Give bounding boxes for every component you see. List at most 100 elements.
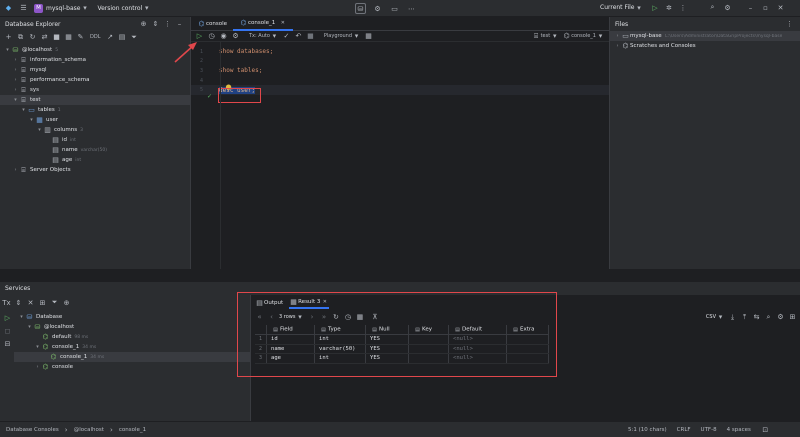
chevron-down-icon[interactable]: ▾ xyxy=(28,117,35,123)
export-selector[interactable]: CSV ▾ xyxy=(706,313,725,322)
code-line[interactable]: 2 xyxy=(191,57,609,67)
find-icon[interactable]: ⌕ xyxy=(764,313,773,322)
settings-icon[interactable]: ⚙ xyxy=(723,3,732,12)
stop-icon[interactable]: ◻ xyxy=(3,326,12,335)
add-icon[interactable]: ⊕ xyxy=(62,298,71,307)
upload-icon[interactable]: ⤒ xyxy=(740,313,749,322)
commit-icon[interactable]: ✓ xyxy=(282,32,291,41)
run-icon[interactable]: ▷ xyxy=(650,3,659,12)
target-icon[interactable]: ⊕ xyxy=(139,20,148,29)
console-icon[interactable]: ▤ xyxy=(118,33,127,42)
playground-selector[interactable]: Playground ▾ xyxy=(324,32,361,41)
debug-icon[interactable]: ✲ xyxy=(664,3,673,12)
more-icon[interactable]: ⋮ xyxy=(678,3,687,12)
history-icon[interactable]: ◷ xyxy=(207,32,216,41)
more-icon[interactable]: ⋮ xyxy=(163,20,172,29)
db-tree-item[interactable]: › ⌸ sys xyxy=(0,85,190,95)
copy-icon[interactable]: ⧉ xyxy=(16,33,25,42)
cursor-position[interactable]: 5:1 (10 chars) xyxy=(628,427,667,433)
chevron-right-icon[interactable]: › xyxy=(12,57,19,63)
chevron-right-icon[interactable]: › xyxy=(12,87,19,93)
stop-icon[interactable]: ■ xyxy=(52,33,61,42)
code-area[interactable]: 1 show databases; 2 3 show tables; 4 5 desc use… xyxy=(191,42,609,103)
tx-mode-selector[interactable]: Tx: Auto ▾ xyxy=(249,32,279,41)
settings-icon[interactable]: ⚙ xyxy=(231,32,240,41)
svc-tree-item[interactable]: ▾ ⛁ Database xyxy=(14,312,250,322)
table-icon[interactable]: ▦ xyxy=(364,32,373,41)
layout-icon[interactable]: ⊟ xyxy=(3,339,12,348)
breadcrumb-item[interactable]: console_1 xyxy=(119,427,146,433)
file-encoding[interactable]: UTF-8 xyxy=(701,427,717,433)
stop-icon[interactable]: ■ xyxy=(306,32,315,41)
svc-tree-item[interactable]: ▾ ⌬ console_1 34 ms xyxy=(14,342,250,352)
project-switcher[interactable]: M mysql-base ▾ xyxy=(34,3,89,13)
main-menu-icon[interactable]: ☰ xyxy=(19,4,28,13)
session-selector[interactable]: ⌬ console_1 ▾ xyxy=(562,32,605,41)
db-tree-item[interactable]: › ⌸ performance_schema xyxy=(0,75,190,85)
code-line[interactable]: 4 xyxy=(191,76,609,86)
db-tree-item[interactable]: ▤ id int xyxy=(0,135,190,145)
edit-icon[interactable]: ✎ xyxy=(76,33,85,42)
search-icon[interactable]: ⌕ xyxy=(708,3,717,12)
add-icon[interactable]: + xyxy=(4,33,13,42)
settings-icon[interactable]: ⚙ xyxy=(776,313,785,322)
db-tree-item[interactable]: › ⌸ information_schema xyxy=(0,55,190,65)
expand-icon[interactable]: ⇕ xyxy=(151,20,160,29)
files-root[interactable]: › ▭ mysql-base C:\Users\Administrator\Da… xyxy=(610,31,800,41)
code-line[interactable]: 1 show databases; xyxy=(191,47,609,57)
tab-console-1[interactable]: ⌬ console_1 ✕ xyxy=(233,17,294,31)
svc-tree-item[interactable]: ▾ ⛁ @localhost xyxy=(14,322,250,332)
breadcrumb-item[interactable]: Database Consoles xyxy=(6,427,59,433)
db-tree-item[interactable]: › ⌸ Server Objects xyxy=(0,165,190,175)
filter-sync-icon[interactable]: ⇄ xyxy=(40,33,49,42)
schema-selector[interactable]: ⌸ test ▾ xyxy=(532,32,560,41)
filter-icon[interactable]: ⏷ xyxy=(130,33,139,42)
jump-icon[interactable]: ↗ xyxy=(106,33,115,42)
explain-icon[interactable]: ◉ xyxy=(219,32,228,41)
chevron-right-icon[interactable]: › xyxy=(12,167,19,173)
table-icon[interactable]: ▦ xyxy=(64,33,73,42)
close-icon[interactable]: ✕ xyxy=(776,3,785,12)
folder-icon[interactable]: ▭ xyxy=(389,3,400,14)
chevron-down-icon[interactable]: ▾ xyxy=(36,127,43,133)
db-tree-item[interactable]: ▾ ⌸ test xyxy=(0,95,190,105)
tab-console[interactable]: ⌬ console xyxy=(191,17,233,31)
compare-icon[interactable]: ⇆ xyxy=(752,313,761,322)
download-icon[interactable]: ⤓ xyxy=(728,313,737,322)
line-separator[interactable]: CRLF xyxy=(677,427,691,433)
svc-tree-item[interactable]: ⌬ default 98 ms xyxy=(14,332,250,342)
db-tree-item[interactable]: ▤ name varchar(50) xyxy=(0,145,190,155)
code-line[interactable]: 3 show tables; xyxy=(191,66,609,76)
filter-icon[interactable]: ⏷ xyxy=(50,298,59,307)
db-tree-item[interactable]: ▾ ▦ user xyxy=(0,115,190,125)
more-icon[interactable]: ⋮ xyxy=(785,20,794,29)
chevron-down-icon[interactable]: ▾ xyxy=(26,324,33,330)
minimize-icon[interactable]: – xyxy=(746,3,755,12)
rollback-icon[interactable]: ↶ xyxy=(294,32,303,41)
database-icon[interactable]: ⛁ xyxy=(355,3,366,14)
run-config-selector[interactable]: Current File ▾ xyxy=(600,3,643,12)
ddl-button[interactable]: DDL xyxy=(90,34,101,40)
services-icon[interactable]: ⚙ xyxy=(372,3,383,14)
chevron-down-icon[interactable]: ▾ xyxy=(34,344,41,350)
db-tree-item[interactable]: › ⌸ mysql xyxy=(0,65,190,75)
chevron-right-icon[interactable]: › xyxy=(34,364,41,370)
tx-icon[interactable]: Tx xyxy=(2,298,11,307)
refresh-icon[interactable]: ↻ xyxy=(28,33,37,42)
db-tree-item[interactable]: ▤ age int xyxy=(0,155,190,165)
db-tree-item[interactable]: ▾ ▭ tables 1 xyxy=(0,105,190,115)
chevron-right-icon[interactable]: › xyxy=(12,67,19,73)
expand-icon[interactable]: ⇕ xyxy=(14,298,23,307)
svc-tree-item[interactable]: ⌬ console_1 34 ms xyxy=(14,352,250,362)
vcs-menu[interactable]: Version control ▾ xyxy=(97,4,151,13)
svc-tree-item[interactable]: › ⌬ console xyxy=(14,362,250,372)
chevron-down-icon[interactable]: ▾ xyxy=(20,107,27,113)
chevron-right-icon[interactable]: › xyxy=(12,77,19,83)
hide-icon[interactable]: – xyxy=(175,20,184,29)
indent-setting[interactable]: 4 spaces xyxy=(727,427,751,433)
db-tree-item[interactable]: ▾ ▥ columns 3 xyxy=(0,125,190,135)
close-icon[interactable]: ✕ xyxy=(278,19,287,28)
run-icon[interactable]: ▷ xyxy=(3,313,12,322)
files-scratches[interactable]: › ⌬ Scratches and Consoles xyxy=(610,41,800,51)
maximize-icon[interactable]: ▫ xyxy=(761,3,770,12)
